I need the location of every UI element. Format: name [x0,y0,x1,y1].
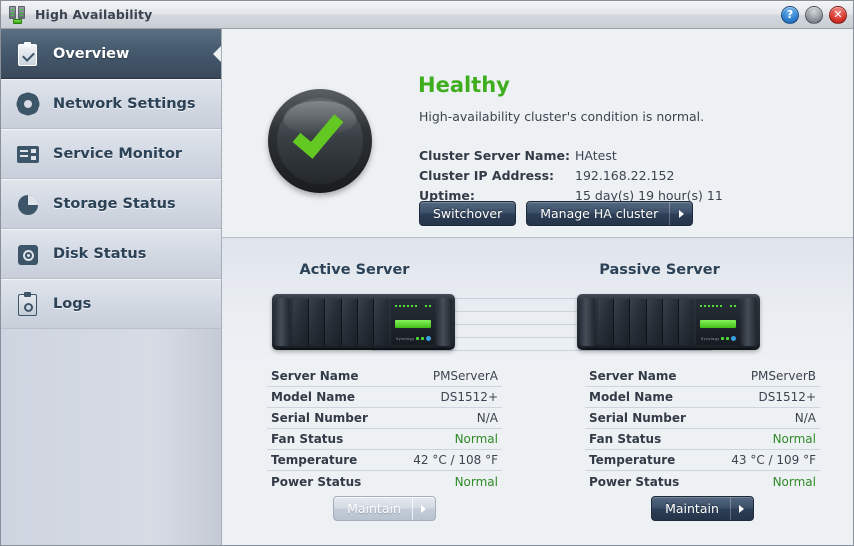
spec-value: DS1512+ [440,390,498,404]
spec-value: DS1512+ [758,390,816,404]
table-row: Fan Status Normal [267,429,502,450]
help-button[interactable]: ? [781,5,799,24]
table-row: Server Name PMServerB [585,366,820,387]
spec-key: Serial Number [589,411,686,425]
spec-value: PMServerA [432,369,498,383]
sidebar-item-label: Logs [53,296,92,312]
info-label: Cluster IP Address: [419,168,555,183]
cluster-health-subtitle: High-availability cluster's condition is… [419,109,705,124]
spec-key: Server Name [589,369,677,383]
table-row: Serial Number N/A [585,408,820,429]
manage-ha-cluster-label: Manage HA cluster [540,206,659,221]
servers-section: Active Server Passive Server Synology Sy… [222,238,853,545]
clipboard-gear-icon [15,291,41,317]
sidebar-item-label: Storage Status [53,196,176,212]
table-row: Serial Number N/A [267,408,502,429]
device-brand: Synology [701,337,720,341]
info-label: Cluster Server Name: [419,148,570,163]
spec-value: N/A [476,411,498,425]
spec-key: Serial Number [271,411,368,425]
high-availability-window: High Availability ? ✕ Overview Network S… [0,0,854,546]
sidebar-item-overview[interactable]: Overview [1,29,221,79]
info-row: Cluster Server Name: HAtest [419,147,819,165]
spec-key: Model Name [589,390,673,404]
spec-value: 43 °C / 109 °F [731,453,816,467]
sidebar-item-label: Overview [53,45,130,62]
titlebar: High Availability ? ✕ [1,1,853,29]
spec-key: Power Status [271,474,362,489]
active-server-heading: Active Server [299,262,410,278]
sidebar-item-label: Network Settings [53,96,196,112]
passive-maintain-label: Maintain [665,501,719,516]
passive-maintain-wrap: Maintain [585,496,820,521]
table-row: Power Status Normal [267,471,502,492]
close-button[interactable]: ✕ [829,5,847,24]
pie-chart-icon [15,191,41,217]
window-title: High Availability [35,7,153,22]
cluster-health-title: Healthy [418,73,510,97]
chevron-right-icon[interactable] [411,497,435,520]
info-value: 192.168.22.152 [575,168,675,183]
spec-value: PMServerB [750,369,816,383]
spec-key: Server Name [271,369,359,383]
status-badge: Normal [454,474,498,489]
sidebar-item-label: Disk Status [53,246,147,262]
gear-icon [15,91,41,117]
table-row: Power Status Normal [585,471,820,492]
passive-server-heading: Passive Server [599,262,720,278]
spec-key: Temperature [589,453,676,467]
sidebar-item-logs[interactable]: Logs [1,279,221,329]
sidebar-item-label: Service Monitor [53,146,183,162]
green-check-badge-icon [268,89,372,193]
active-server-spec-table: Server Name PMServerA Model Name DS1512+… [267,366,502,492]
table-row: Model Name DS1512+ [585,387,820,408]
chevron-right-icon[interactable] [729,497,753,520]
table-row: Temperature 43 °C / 109 °F [585,450,820,471]
spec-key: Fan Status [589,432,662,446]
spec-key: Temperature [271,453,358,467]
switchover-button[interactable]: Switchover [419,201,517,226]
active-maintain-wrap: Maintain [267,496,502,521]
active-server-device-image: Synology [272,292,455,354]
passive-server-device-image: Synology [577,292,760,354]
info-row: Cluster IP Address: 192.168.22.152 [419,167,819,185]
sidebar: Overview Network Settings Service Monito… [1,29,222,545]
clipboard-check-icon [15,41,41,67]
sidebar-item-network-settings[interactable]: Network Settings [1,79,221,129]
active-maintain-label: Maintain [347,501,401,516]
ha-cluster-icon [7,5,27,25]
spec-key: Fan Status [271,432,344,446]
table-row: Fan Status Normal [585,429,820,450]
table-row: Model Name DS1512+ [267,387,502,408]
status-badge: Normal [454,432,498,446]
spec-key: Power Status [589,474,680,489]
device-brand: Synology [396,337,415,341]
table-row: Temperature 42 °C / 108 °F [267,450,502,471]
panel-list-icon [15,141,41,167]
sidebar-item-storage-status[interactable]: Storage Status [1,179,221,229]
main-content: Healthy High-availability cluster's cond… [222,29,853,545]
spec-key: Model Name [271,390,355,404]
status-badge: Normal [772,474,816,489]
info-value: HAtest [575,148,617,163]
spec-value: 42 °C / 108 °F [413,453,498,467]
hard-disk-icon [15,241,41,267]
window-controls: ? ✕ [781,5,847,24]
active-maintain-button[interactable]: Maintain [333,496,436,521]
status-badge: Normal [772,432,816,446]
sidebar-item-service-monitor[interactable]: Service Monitor [1,129,221,179]
sidebar-item-disk-status[interactable]: Disk Status [1,229,221,279]
minimize-button[interactable] [805,5,823,24]
passive-server-spec-table: Server Name PMServerB Model Name DS1512+… [585,366,820,492]
switchover-button-label: Switchover [433,206,503,221]
table-row: Server Name PMServerA [267,366,502,387]
cluster-actions: Switchover Manage HA cluster [419,201,694,226]
passive-maintain-button[interactable]: Maintain [651,496,754,521]
spec-value: N/A [794,411,816,425]
cluster-status-section: Healthy High-availability cluster's cond… [222,29,853,238]
manage-ha-cluster-button[interactable]: Manage HA cluster [526,201,694,226]
chevron-right-icon[interactable] [669,202,692,225]
